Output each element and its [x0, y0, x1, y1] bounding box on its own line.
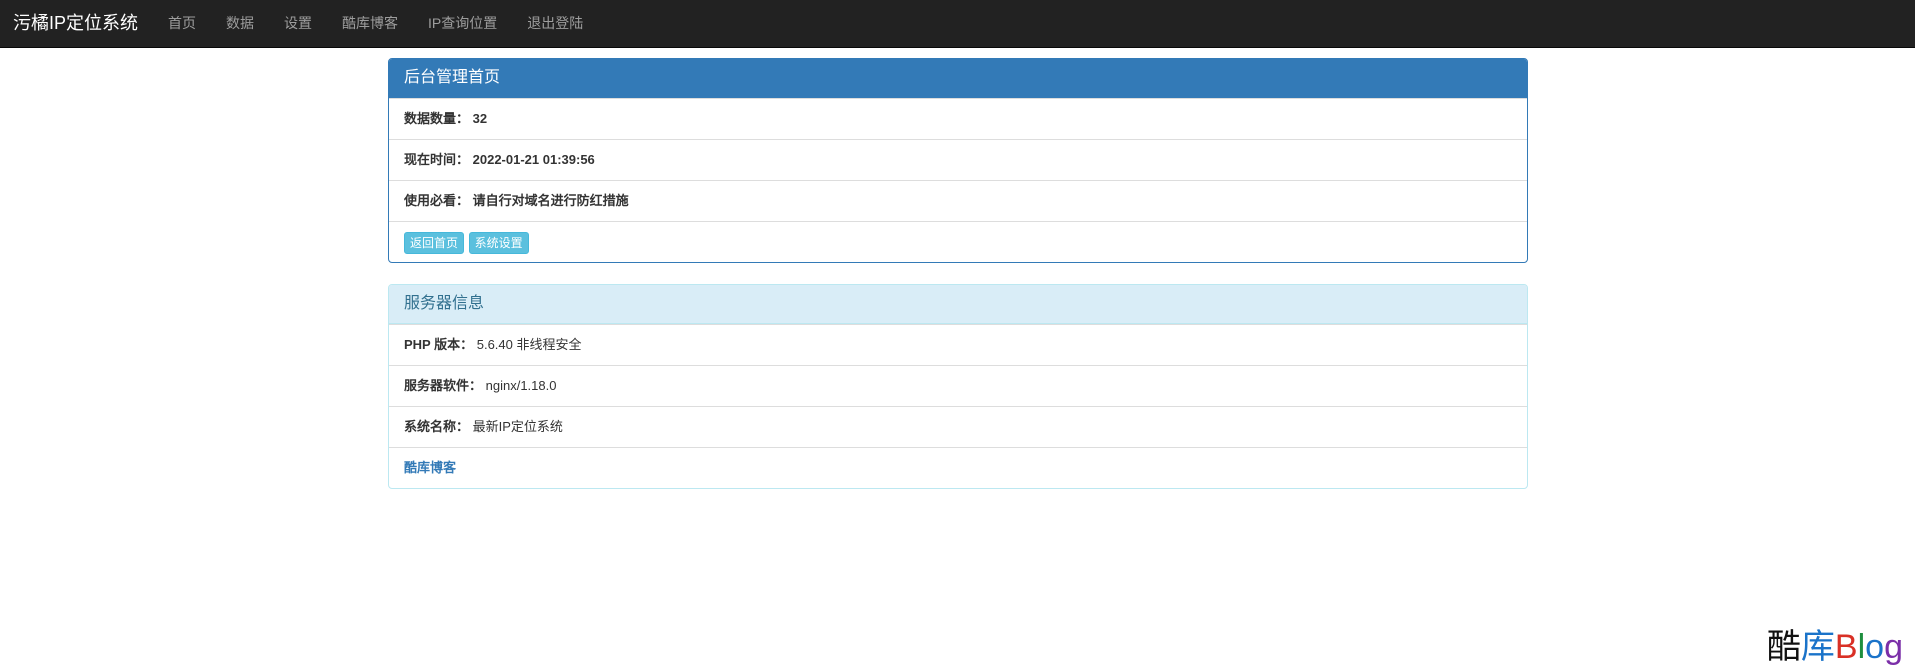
- notice-row: 使用必看： 请自行对域名进行防红措施: [389, 180, 1527, 221]
- admin-home-panel: 后台管理首页 数据数量： 32 现在时间： 2022-01-21 01:39:5…: [388, 58, 1528, 263]
- notice-value: 请自行对域名进行防红措施: [472, 193, 629, 208]
- top-navbar: 污橘IP定位系统 首页 数据 设置 酷库博客 IP查询位置 退出登陆: [0, 0, 1915, 48]
- blog-watermark-logo: 酷 库 B l o g: [1767, 621, 1903, 669]
- system-settings-button[interactable]: 系统设置: [468, 231, 529, 254]
- nav-item-blog[interactable]: 酷库博客: [327, 0, 413, 48]
- nav-item-logout[interactable]: 退出登陆: [512, 0, 598, 48]
- main-nav: 首页 数据 设置 酷库博客 IP查询位置 退出登陆: [153, 0, 598, 48]
- admin-panel-title: 后台管理首页: [389, 59, 1527, 98]
- server-software-value: nginx/1.18.0: [485, 378, 557, 393]
- server-software-label: 服务器软件：: [404, 378, 483, 393]
- current-time-value: 2022-01-21 01:39:56: [472, 152, 595, 167]
- logo-char-2: 库: [1800, 627, 1835, 667]
- php-version-label: PHP 版本：: [404, 337, 474, 352]
- notice-label: 使用必看：: [404, 193, 470, 208]
- current-time-row: 现在时间： 2022-01-21 01:39:56: [389, 139, 1527, 180]
- system-name-value: 最新IP定位系统: [472, 419, 563, 434]
- data-count-value: 32: [472, 111, 488, 126]
- data-count-label: 数据数量：: [404, 111, 470, 126]
- action-buttons-row: 返回首页 系统设置: [389, 221, 1527, 262]
- logo-letter-l: l: [1857, 628, 1866, 666]
- back-home-button[interactable]: 返回首页: [404, 231, 465, 254]
- logo-letter-b: B: [1834, 628, 1858, 666]
- current-time-label: 现在时间：: [404, 152, 470, 167]
- nav-item-home[interactable]: 首页: [153, 0, 211, 48]
- php-version-value: 5.6.40 非线程安全: [476, 337, 582, 352]
- data-count-row: 数据数量： 32: [389, 98, 1527, 139]
- blog-link-row: 酷库博客: [389, 447, 1527, 488]
- system-name-label: 系统名称：: [404, 419, 470, 434]
- server-info-panel: 服务器信息 PHP 版本： 5.6.40 非线程安全 服务器软件： nginx/…: [388, 284, 1528, 489]
- nav-item-settings[interactable]: 设置: [269, 0, 327, 48]
- logo-letter-g: g: [1884, 628, 1903, 666]
- server-panel-title: 服务器信息: [389, 285, 1527, 324]
- nav-item-ip-query[interactable]: IP查询位置: [413, 0, 512, 48]
- nav-item-data[interactable]: 数据: [211, 0, 269, 48]
- server-software-row: 服务器软件： nginx/1.18.0: [389, 365, 1527, 406]
- php-version-row: PHP 版本： 5.6.40 非线程安全: [389, 324, 1527, 365]
- brand-link[interactable]: 污橘IP定位系统: [13, 0, 138, 48]
- system-name-row: 系统名称： 最新IP定位系统: [389, 406, 1527, 447]
- logo-letter-o: o: [1865, 628, 1885, 666]
- blog-link[interactable]: 酷库博客: [404, 460, 456, 475]
- logo-char-1: 酷: [1766, 627, 1801, 667]
